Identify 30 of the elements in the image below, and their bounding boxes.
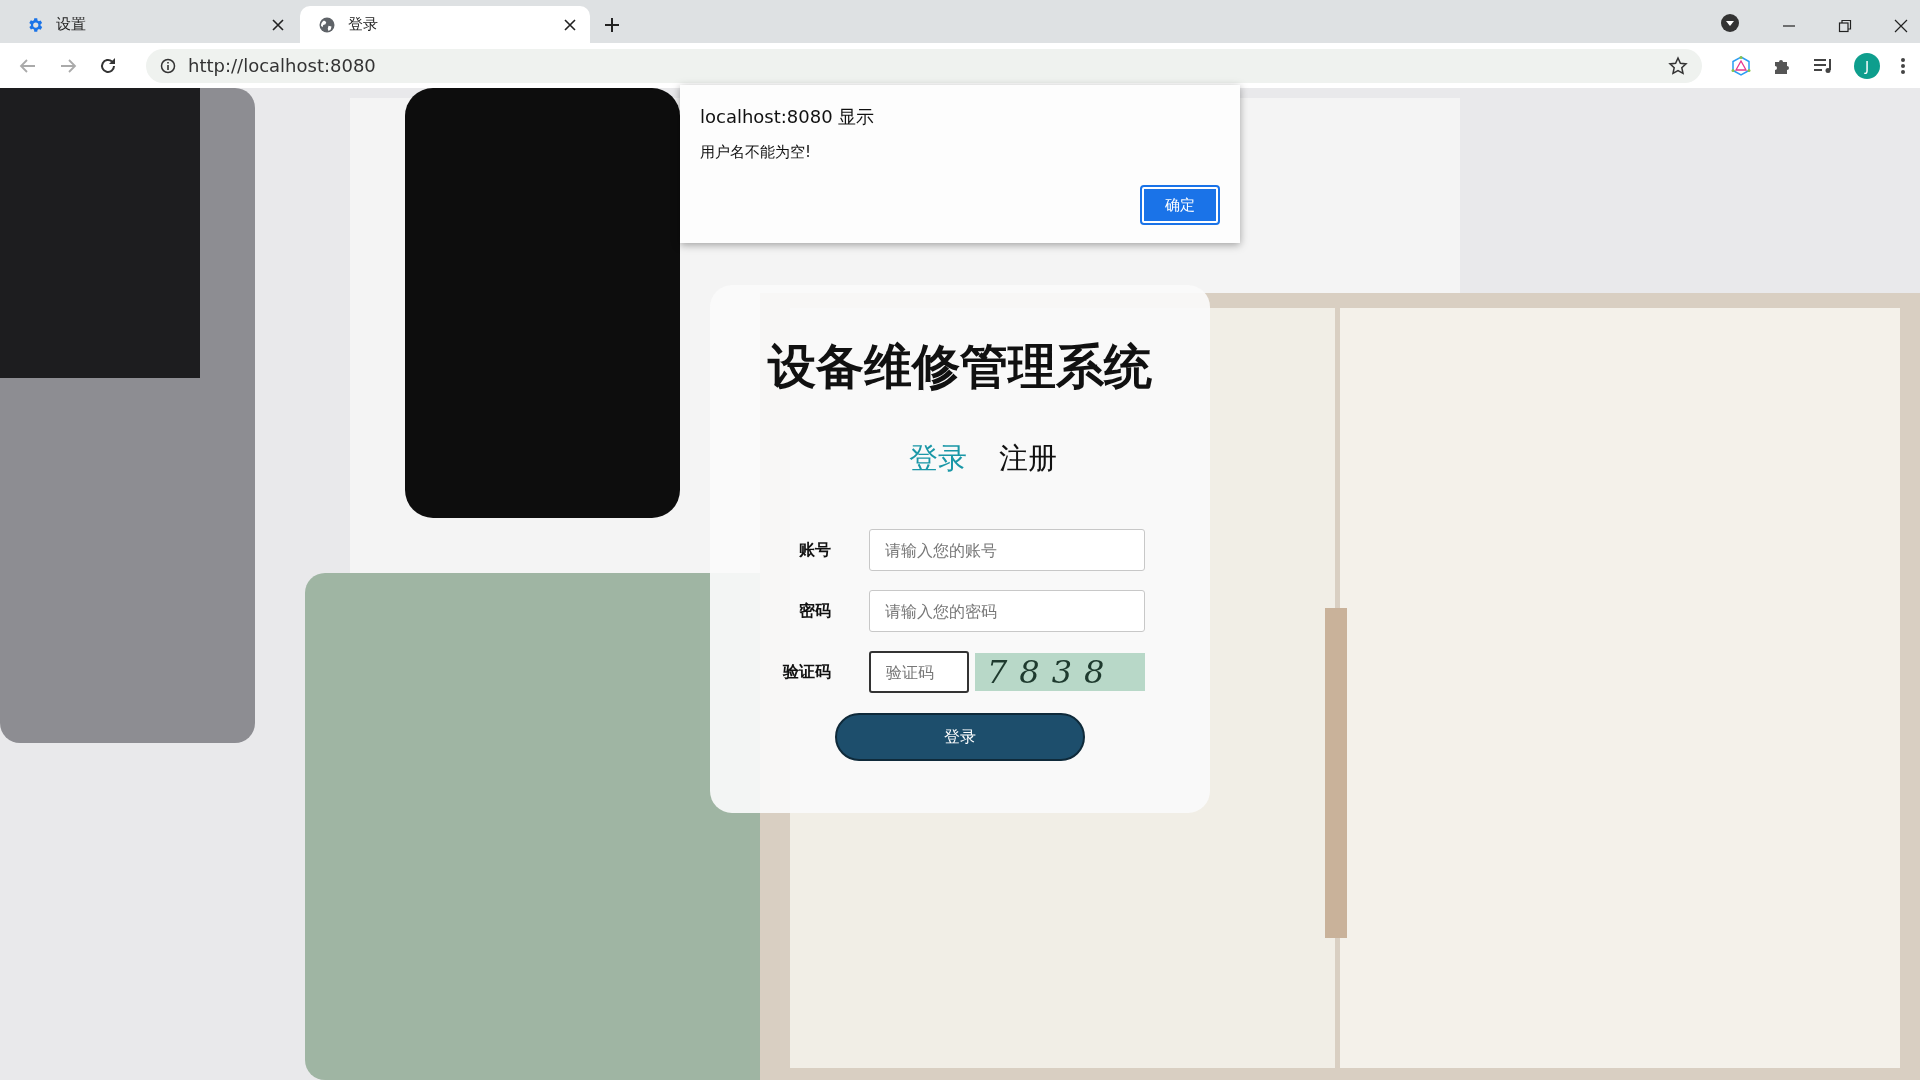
dialog-message: 用户名不能为空! — [700, 143, 812, 162]
dropdown-icon[interactable] — [1720, 13, 1740, 33]
ok-button[interactable]: 确定 — [1140, 185, 1220, 225]
tab-title: 登录 — [348, 15, 379, 34]
dialog-title: localhost:8080 显示 — [700, 105, 876, 129]
captcha-image[interactable]: 7838 — [975, 653, 1145, 691]
field-label: 验证码 — [781, 661, 831, 683]
field-label: 密码 — [798, 600, 831, 622]
extension-icon[interactable] — [1730, 54, 1752, 77]
login-button[interactable]: 登录 — [835, 713, 1085, 761]
password-field[interactable]: 请输入您的密码 — [869, 590, 1145, 632]
url-text: http://localhost:8080 — [188, 55, 376, 76]
form-tab[interactable]: 注册 — [998, 439, 1057, 479]
restore-icon[interactable] — [1838, 19, 1852, 33]
address-bar[interactable]: http://localhost:8080 — [146, 48, 1702, 83]
field-label: 账号 — [798, 539, 831, 561]
tab-title: 设置 — [56, 15, 87, 34]
browser-tab[interactable]: 登录 — [300, 6, 590, 43]
globe-icon — [318, 15, 336, 34]
star-icon[interactable] — [1668, 55, 1688, 76]
close-icon[interactable] — [564, 18, 576, 31]
app-title: 设备维修管理系统 — [768, 337, 1152, 396]
close-icon[interactable] — [272, 18, 284, 31]
new-tab-icon[interactable] — [604, 17, 620, 33]
captcha-field[interactable]: 验证码 — [869, 651, 969, 693]
account-field[interactable]: 请输入您的账号 — [869, 529, 1145, 571]
more-icon[interactable] — [1900, 55, 1906, 76]
browser-tab[interactable]: 设置 — [8, 6, 298, 43]
info-icon — [160, 57, 176, 74]
close-icon[interactable] — [1894, 19, 1908, 33]
